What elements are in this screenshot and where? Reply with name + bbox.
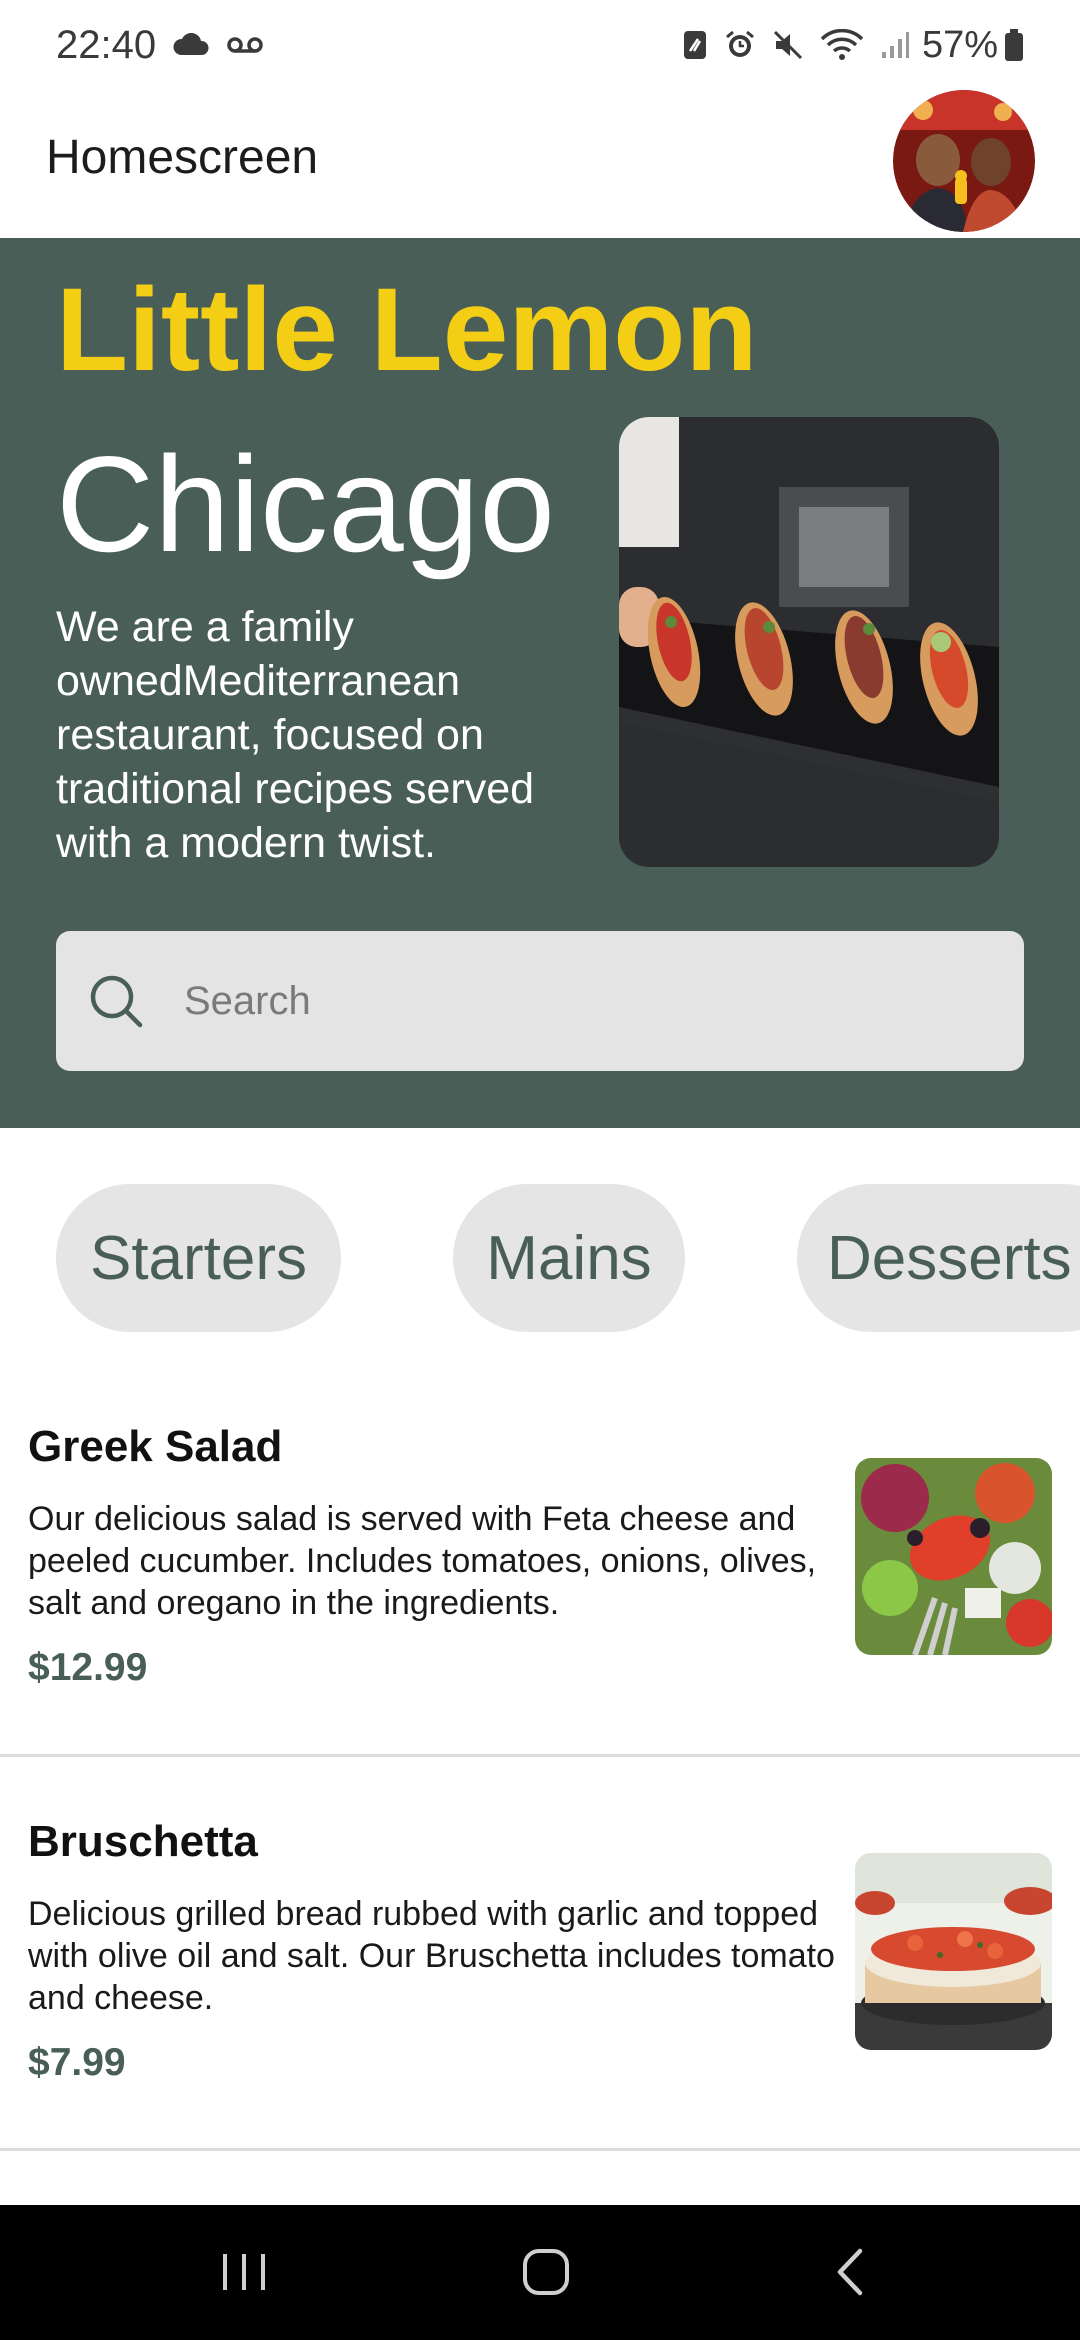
category-chip-desserts[interactable]: Desserts	[797, 1184, 1080, 1332]
homescreen-page: 22:40 57% Homescreen Little Lemon Chicag…	[0, 0, 1080, 2340]
cloud-icon	[172, 33, 210, 57]
menu-item[interactable]: Bruschetta Delicious grilled bread rubbe…	[0, 1755, 1080, 2149]
menu-item-description: Our delicious salad is served with Feta …	[28, 1500, 817, 1622]
battery-percent: 57%	[921, 23, 998, 66]
status-time: 22:40	[56, 22, 157, 67]
recent-apps-icon	[223, 2254, 265, 2290]
category-chips: Starters Mains Desserts	[0, 1128, 1080, 1358]
menu-item-name: Greek Salad	[28, 1422, 283, 1471]
alarm-icon	[724, 29, 756, 61]
hero-banner: Little Lemon Chicago We are a family own…	[0, 238, 1080, 1128]
avatar[interactable]	[893, 90, 1035, 232]
battery-icon	[1004, 28, 1024, 62]
search-icon	[86, 971, 146, 1031]
app-title: Homescreen	[46, 131, 319, 184]
restaurant-city: Chicago	[56, 428, 555, 580]
divider	[0, 2148, 1080, 2151]
menu-item-name: Bruschetta	[28, 1817, 258, 1866]
back-icon	[837, 2248, 863, 2296]
mute-icon	[772, 29, 804, 61]
restaurant-name: Little Lemon	[56, 264, 758, 396]
menu-item-description: Delicious grilled bread rubbed with garl…	[28, 1895, 835, 2017]
menu-item-image	[855, 1458, 1052, 1655]
hero-image	[619, 417, 999, 867]
system-nav-bar	[0, 2205, 1080, 2340]
menu-item-price: $7.99	[28, 2041, 126, 2084]
back-button[interactable]	[790, 2227, 910, 2317]
menu-item[interactable]: Greek Salad Our delicious salad is serve…	[0, 1360, 1080, 1754]
app-bar: Homescreen	[0, 90, 1080, 238]
status-right: 57%	[666, 24, 1024, 67]
signal-icon	[880, 30, 910, 60]
restaurant-description: We are a family ownedMediterranean resta…	[56, 603, 535, 867]
menu-item-price: $12.99	[28, 1646, 148, 1689]
home-icon	[523, 2249, 569, 2295]
voicemail-icon	[226, 35, 264, 55]
status-bar: 22:40 57%	[0, 0, 1080, 90]
recent-apps-button[interactable]	[184, 2227, 304, 2317]
search-bar[interactable]	[56, 931, 1024, 1071]
wifi-icon	[820, 29, 864, 61]
category-chip-mains[interactable]: Mains	[453, 1184, 685, 1332]
nfc-icon	[682, 29, 708, 61]
category-chip-starters[interactable]: Starters	[56, 1184, 341, 1332]
status-left: 22:40	[56, 23, 264, 68]
menu-item-image	[855, 1853, 1052, 2050]
home-button[interactable]	[486, 2227, 606, 2317]
search-input[interactable]	[182, 977, 1006, 1025]
